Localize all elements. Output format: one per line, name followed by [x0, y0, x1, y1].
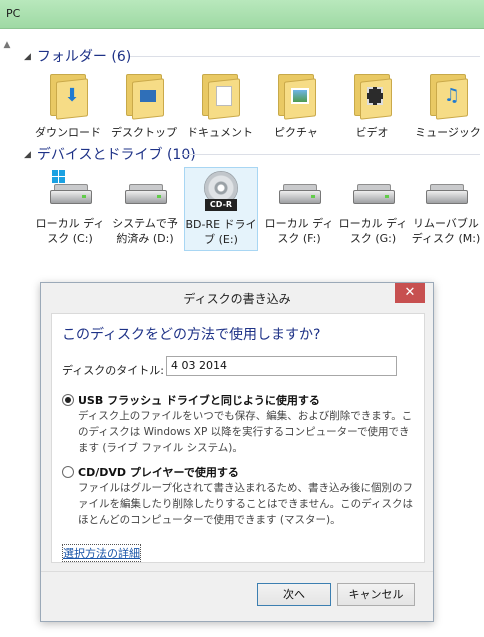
folder-documents-icon	[200, 72, 240, 120]
dialog-button-divider	[41, 571, 433, 572]
group-divider	[182, 154, 480, 155]
drive-label: BD-RE ドライブ (E:)	[185, 218, 257, 246]
desktop-icon	[140, 90, 156, 102]
burn-disc-dialog: ディスクの書き込み ✕ このディスクをどの方法で使用しますか? ディスクのタイト…	[40, 282, 434, 622]
folder-documents[interactable]: ドキュメント	[182, 72, 258, 140]
folder-pictures-icon	[276, 72, 316, 120]
usb-option-description: ディスク上のファイルをいつでも保存、編集、および削除できます。このディスクは W…	[78, 410, 413, 454]
collapse-triangle-icon: ◢	[24, 150, 31, 160]
window-title-bar: PC	[0, 0, 484, 29]
disc-title-input[interactable]: 4 03 2014	[166, 356, 397, 376]
hard-drive-icon	[349, 170, 397, 210]
music-note-icon: ♫	[443, 85, 461, 106]
hard-drive-icon	[275, 170, 323, 210]
usb-option-radio[interactable]	[62, 394, 74, 406]
close-icon[interactable]: ✕	[395, 283, 425, 303]
folders-group-header[interactable]: ◢ フォルダー (6)	[24, 46, 131, 66]
folder-videos-icon	[352, 72, 392, 120]
scroll-up-arrow-icon[interactable]: ▲	[0, 40, 14, 54]
drive-label: ローカル ディスク (G:)	[338, 217, 408, 245]
drive-c[interactable]: ローカル ディスク (C:)	[34, 170, 106, 246]
hard-drive-icon	[46, 170, 94, 210]
folder-music[interactable]: ♫ ミュージック	[410, 72, 484, 140]
drive-d[interactable]: システムで予約済み (D:)	[109, 170, 181, 246]
document-icon	[216, 86, 232, 106]
removable-drive-icon	[422, 170, 470, 210]
folder-pictures[interactable]: ピクチャ	[258, 72, 334, 140]
next-button[interactable]: 次へ	[257, 583, 331, 606]
folder-label: ピクチャ	[274, 126, 318, 139]
usb-option-title[interactable]: USB フラッシュ ドライブと同じように使用する	[78, 392, 320, 408]
folder-videos[interactable]: ビデオ	[334, 72, 410, 140]
drive-g[interactable]: ローカル ディスク (G:)	[337, 170, 409, 246]
drive-label: ローカル ディスク (C:)	[35, 217, 105, 245]
group-divider	[130, 56, 480, 57]
drive-label: システムで予約済み (D:)	[112, 217, 178, 245]
folder-label: ミュージック	[415, 126, 481, 139]
window-title: PC	[6, 7, 21, 20]
folder-desktop-icon	[124, 72, 164, 120]
dialog-title: ディスクの書き込み	[183, 292, 291, 306]
folder-desktop[interactable]: デスクトップ	[106, 72, 182, 140]
folder-downloads-icon: ⬇	[48, 72, 88, 120]
cancel-button[interactable]: キャンセル	[337, 583, 415, 606]
details-link[interactable]: 選択方法の詳細	[62, 544, 141, 562]
collapse-triangle-icon: ◢	[24, 52, 31, 62]
drive-label: ローカル ディスク (F:)	[264, 217, 334, 245]
dialog-title-bar[interactable]: ディスクの書き込み ✕	[41, 283, 433, 311]
folder-downloads[interactable]: ⬇ ダウンロード	[30, 72, 106, 140]
drive-label: リムーバブル ディスク (M:)	[411, 217, 481, 245]
folder-label: ビデオ	[355, 126, 389, 139]
dialog-question: このディスクをどの方法で使用しますか?	[62, 327, 321, 343]
picture-icon	[291, 88, 309, 104]
dialog-content-panel: このディスクをどの方法で使用しますか? ディスクのタイトル: 4 03 2014…	[51, 313, 425, 563]
video-film-icon	[367, 87, 383, 105]
disc-title-label: ディスクのタイトル:	[62, 364, 164, 377]
folder-label: デスクトップ	[111, 126, 177, 139]
devices-group-header[interactable]: ◢ デバイスとドライブ (10)	[24, 144, 196, 164]
folder-label: ドキュメント	[187, 126, 253, 139]
drive-e[interactable]: CD-R BD-RE ドライブ (E:)	[184, 167, 258, 251]
folder-label: ダウンロード	[35, 126, 101, 139]
optical-disc-icon: CD-R	[197, 171, 245, 211]
cd-option-description: ファイルはグループ化されて書き込まれるため、書き込み後に個別のファイルを編集した…	[78, 482, 414, 526]
drive-f[interactable]: ローカル ディスク (F:)	[263, 170, 335, 246]
cd-option-title[interactable]: CD/DVD プレイヤーで使用する	[78, 464, 239, 480]
download-arrow-icon: ⬇	[64, 85, 80, 106]
folder-music-icon: ♫	[428, 72, 468, 120]
hard-drive-icon	[121, 170, 169, 210]
windows-logo-icon	[52, 170, 66, 184]
drive-m[interactable]: リムーバブル ディスク (M:)	[410, 170, 482, 246]
cd-r-tag: CD-R	[205, 199, 237, 211]
cd-option-radio[interactable]	[62, 466, 74, 478]
